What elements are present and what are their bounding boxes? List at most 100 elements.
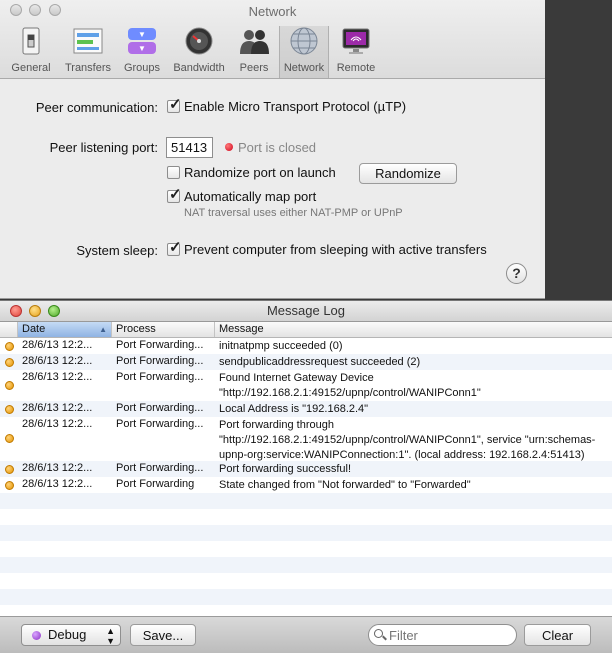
- nat-note: NAT traversal uses either NAT-PMP or UPn…: [184, 207, 403, 219]
- log-row-message: Found Internet Gateway Device "http://19…: [219, 372, 481, 399]
- debug-level-icon: [5, 481, 14, 490]
- log-row-process: Port Forwarding...: [116, 402, 204, 414]
- toolbar-remote-label: Remote: [336, 62, 376, 74]
- system-sleep-label: System sleep:: [76, 243, 158, 258]
- utp-checkbox[interactable]: ✓: [167, 96, 182, 113]
- log-row-date: 28/6/13 12:2...: [22, 371, 93, 383]
- globe-icon: [289, 26, 319, 56]
- debug-level-icon: [5, 465, 14, 474]
- log-row-process: Port Forwarding: [116, 478, 195, 490]
- remote-icon: [341, 26, 371, 56]
- groups-icon: ▼ ▼: [127, 26, 157, 56]
- log-row[interactable]: 28/6/13 12:2... Port Forwarding... Found…: [0, 371, 612, 401]
- log-table-header: Date ▲ Process Message: [0, 322, 612, 338]
- toolbar-remote[interactable]: Remote: [332, 26, 380, 74]
- prevent-sleep-label: Prevent computer from sleeping with acti…: [184, 242, 487, 257]
- preferences-titlebar: Network General Transfers ▼ ▼ Groups Band…: [0, 0, 545, 79]
- port-field[interactable]: 51413: [166, 137, 213, 158]
- status-dot-icon: [225, 143, 233, 151]
- log-row[interactable]: 28/6/13 12:2... Port Forwarding... Local…: [0, 402, 612, 417]
- svg-text:▼: ▼: [138, 44, 146, 53]
- log-row-process: Port Forwarding...: [116, 371, 204, 383]
- log-row-message: State changed from "Not forwarded" to "F…: [219, 479, 471, 491]
- column-header-date[interactable]: Date ▲: [18, 322, 112, 337]
- log-row-date: 28/6/13 12:2...: [22, 462, 93, 474]
- checkmark-icon: ✓: [169, 239, 182, 256]
- toolbar-peers-label: Peers: [239, 62, 269, 74]
- checkmark-icon: ✓: [169, 96, 182, 113]
- toolbar-general[interactable]: General: [6, 26, 56, 74]
- log-row-message: Port forwarding through "http://192.168.…: [219, 419, 596, 461]
- transfers-icon: [73, 26, 103, 56]
- log-row-date: 28/6/13 12:2...: [22, 478, 93, 490]
- log-row[interactable]: 28/6/13 12:2... Port Forwarding... Port …: [0, 418, 612, 461]
- utp-label: Enable Micro Transport Protocol (µTP): [184, 99, 407, 114]
- log-row[interactable]: 28/6/13 12:2... Port Forwarding State ch…: [0, 478, 612, 493]
- port-label: Peer listening port:: [49, 140, 158, 155]
- toolbar-bandwidth[interactable]: Bandwidth: [168, 26, 230, 74]
- log-row-message: Local Address is "192.168.2.4": [219, 403, 369, 415]
- auto-map-port-label: Automatically map port: [184, 189, 317, 204]
- randomize-on-launch-checkbox[interactable]: [167, 166, 180, 179]
- filter-search-field[interactable]: [368, 624, 517, 646]
- column-header-process[interactable]: Process: [112, 322, 215, 337]
- log-row-process: Port Forwarding...: [116, 355, 204, 367]
- toolbar-network[interactable]: Network: [279, 26, 329, 78]
- log-row[interactable]: 28/6/13 12:2... Port Forwarding... initn…: [0, 339, 612, 354]
- column-header-message[interactable]: Message: [215, 322, 612, 337]
- log-row-date: 28/6/13 12:2...: [22, 402, 93, 414]
- window-title: Network: [248, 4, 297, 19]
- toolbar-groups[interactable]: ▼ ▼ Groups: [120, 26, 164, 74]
- log-level-label: Debug: [48, 627, 87, 642]
- up-down-arrows-icon: ▲ ▼: [106, 626, 115, 646]
- column-header-date-label: Date: [22, 323, 46, 335]
- toolbar-peers[interactable]: Peers: [234, 26, 274, 74]
- toolbar-groups-label: Groups: [123, 62, 161, 74]
- toolbar-bandwidth-label: Bandwidth: [173, 62, 225, 74]
- sort-ascending-icon: ▲: [99, 325, 107, 334]
- debug-level-icon: [32, 631, 41, 640]
- log-level-popup[interactable]: Debug ▲ ▼: [21, 624, 121, 646]
- save-button[interactable]: Save...: [130, 624, 196, 646]
- log-row[interactable]: 28/6/13 12:2... Port Forwarding... sendp…: [0, 355, 612, 370]
- log-bottom-bar: Debug ▲▼ Save... Clear: [0, 616, 612, 653]
- log-row-date: 28/6/13 12:2...: [22, 339, 93, 351]
- debug-level-icon: [5, 381, 14, 390]
- log-row-message: sendpublicaddressrequest succeeded (2): [219, 356, 421, 368]
- message-log-window: Message Log Date ▲ Process Message 28/6/…: [0, 300, 612, 653]
- message-log-titlebar: Message Log: [0, 301, 612, 322]
- search-icon: [374, 629, 383, 638]
- auto-map-port-checkbox[interactable]: ✓: [167, 186, 182, 203]
- network-preferences-window: Network General Transfers ▼ ▼ Groups Band…: [0, 0, 545, 299]
- clear-button[interactable]: Clear: [524, 624, 591, 646]
- debug-level-icon: [5, 405, 14, 414]
- help-button[interactable]: ?: [506, 263, 527, 284]
- toolbar-transfers-label: Transfers: [64, 62, 112, 74]
- log-title: Message Log: [266, 303, 346, 318]
- randomize-on-launch-label: Randomize port on launch: [184, 165, 336, 180]
- checkmark-icon: ✓: [169, 186, 182, 203]
- log-row-process: Port Forwarding...: [116, 339, 204, 351]
- toolbar-network-label: Network: [283, 62, 325, 74]
- port-status: Port is closed: [238, 140, 317, 155]
- prevent-sleep-checkbox[interactable]: ✓: [167, 239, 182, 256]
- log-row[interactable]: 28/6/13 12:2... Port Forwarding... Port …: [0, 462, 612, 477]
- log-row-message: initnatpmp succeeded (0): [219, 340, 343, 352]
- log-row-message: Port forwarding successful!: [219, 463, 352, 475]
- peer-communication-label: Peer communication:: [35, 100, 158, 115]
- debug-level-icon: [5, 434, 14, 443]
- randomize-button[interactable]: Randomize: [359, 163, 457, 184]
- log-row-date: 28/6/13 12:2...: [22, 418, 93, 430]
- column-header-status[interactable]: [0, 322, 18, 337]
- speedometer-icon: [184, 26, 214, 56]
- log-row-date: 28/6/13 12:2...: [22, 355, 93, 367]
- peers-icon: [239, 26, 269, 56]
- toolbar-general-label: General: [11, 62, 51, 74]
- log-row-process: Port Forwarding...: [116, 418, 204, 430]
- toolbar-transfers[interactable]: Transfers: [60, 26, 116, 74]
- switch-icon: [16, 26, 46, 56]
- log-table-body: 28/6/13 12:2... Port Forwarding... initn…: [0, 338, 612, 616]
- svg-text:▼: ▼: [138, 30, 146, 39]
- filter-input[interactable]: [387, 627, 513, 644]
- log-row-process: Port Forwarding...: [116, 462, 204, 474]
